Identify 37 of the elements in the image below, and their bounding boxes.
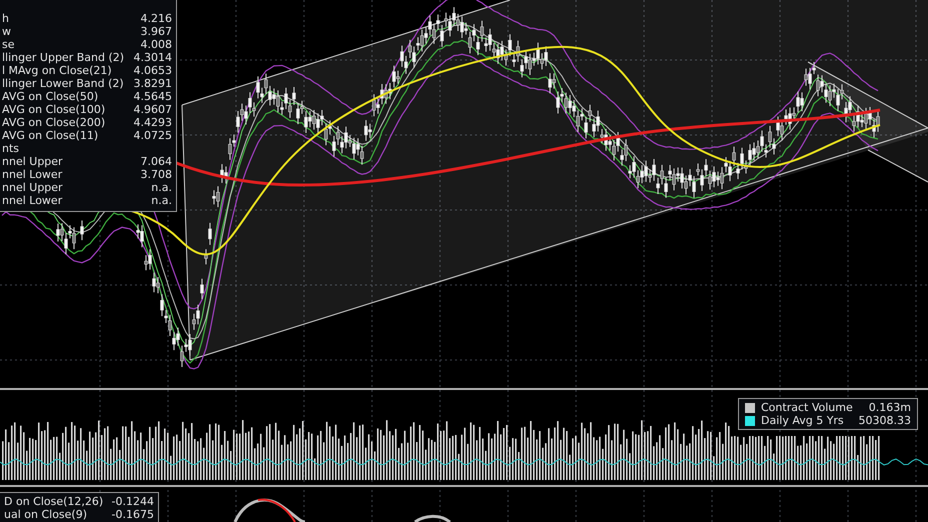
legend-value: 0.163m	[868, 401, 911, 414]
legend-label: AVG on Close(100)	[2, 103, 106, 116]
legend-value: 4.5645	[134, 90, 172, 103]
legend-value: -0.1244	[112, 495, 154, 508]
legend-value: 3.708	[140, 168, 172, 181]
legend-label: h	[2, 12, 9, 25]
legend-value: 4.008	[140, 38, 172, 51]
legend-value: n.a.	[151, 194, 172, 207]
legend-label: ual on Close(9)	[4, 508, 88, 521]
legend-value: 4.0725	[134, 129, 172, 142]
legend-label: nnel Lower	[2, 168, 62, 181]
legend-label: nnel Upper	[2, 181, 63, 194]
legend-value: 50308.33	[858, 414, 911, 427]
legend-value: 4.0653	[134, 64, 172, 77]
legend-label: nnel Lower	[2, 194, 62, 207]
legend-label: AVG on Close(200)	[2, 116, 106, 129]
legend-value: 3.967	[140, 25, 172, 38]
legend-value: 7.064	[140, 155, 172, 168]
legend-label: Daily Avg 5 Yrs	[761, 414, 844, 427]
legend-value: 4.3014	[134, 51, 172, 64]
legend-value: 4.4293	[134, 116, 172, 129]
legend-label: w	[2, 25, 11, 38]
legend-value: n.a.	[151, 181, 172, 194]
legend-label: nnel Upper	[2, 155, 63, 168]
legend-label: nts	[2, 142, 20, 155]
legend-value: 3.8291	[134, 77, 172, 90]
legend-value: 4.9607	[134, 103, 172, 116]
legend-label: Contract Volume	[761, 401, 853, 414]
legend-label: llinger Upper Band (2)	[2, 51, 124, 64]
legend-value: 4.216	[140, 12, 172, 25]
legend-label: se	[2, 38, 14, 51]
legend-label: D on Close(12,26)	[4, 495, 104, 508]
legend-label: AVG on Close(50)	[2, 90, 98, 103]
legend-label: l MAvg on Close(21)	[2, 64, 112, 77]
legend-value: -0.1675	[112, 508, 154, 521]
legend-label: llinger Lower Band (2)	[2, 77, 124, 90]
legend-label: AVG on Close(11)	[2, 129, 98, 142]
